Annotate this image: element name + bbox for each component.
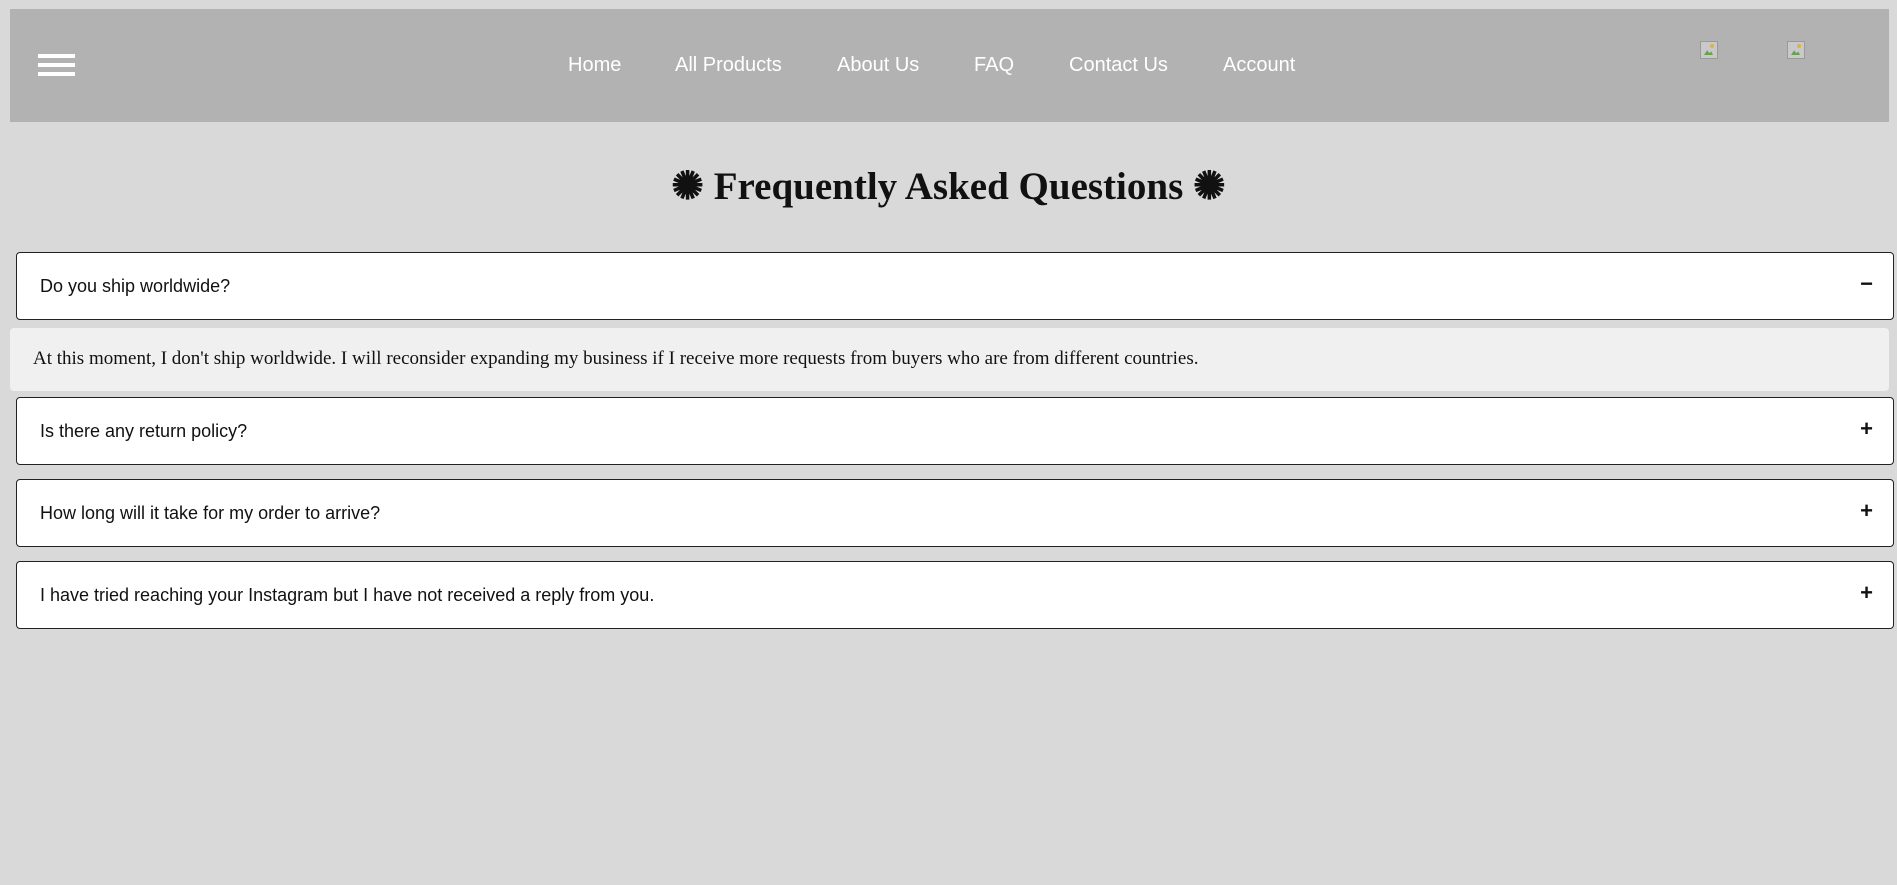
faq-question-delivery-time[interactable]: How long will it take for my order to ar… [16, 479, 1894, 547]
faq-question-text: Do you ship worldwide? [40, 276, 231, 296]
faq-question-text: How long will it take for my order to ar… [40, 503, 381, 523]
faq-question-text: Is there any return policy? [40, 421, 248, 441]
broken-image-icon[interactable] [1700, 41, 1718, 59]
faq-question-return-policy[interactable]: Is there any return policy? + [16, 397, 1894, 465]
nav-link-home[interactable]: Home [568, 54, 621, 77]
faq-question-shipping[interactable]: Do you ship worldwide? − [16, 252, 1894, 320]
nav-link-account[interactable]: Account [1223, 54, 1295, 77]
faq-question-text: I have tried reaching your Instagram but… [40, 585, 655, 605]
faq-answer-panel: At this moment, I don't ship worldwide. … [10, 328, 1889, 391]
nav-link-contact-us[interactable]: Contact Us [1069, 54, 1168, 77]
main-nav: Home All Products About Us FAQ Contact U… [10, 9, 1889, 122]
navbar: Home All Products About Us FAQ Contact U… [10, 9, 1889, 122]
nav-link-about-us[interactable]: About Us [837, 54, 919, 77]
expand-icon[interactable]: + [1860, 417, 1873, 441]
expand-icon[interactable]: + [1860, 581, 1873, 605]
faq-question-instagram[interactable]: I have tried reaching your Instagram but… [16, 561, 1894, 629]
page-title: ✺ Frequently Asked Questions ✺ [671, 165, 1226, 208]
collapse-icon[interactable]: − [1860, 272, 1873, 296]
broken-image-icon[interactable] [1787, 41, 1805, 59]
expand-icon[interactable]: + [1860, 499, 1873, 523]
nav-link-all-products[interactable]: All Products [675, 54, 782, 77]
nav-link-faq[interactable]: FAQ [974, 54, 1014, 77]
faq-answer-text: At this moment, I don't ship worldwide. … [33, 348, 1199, 369]
